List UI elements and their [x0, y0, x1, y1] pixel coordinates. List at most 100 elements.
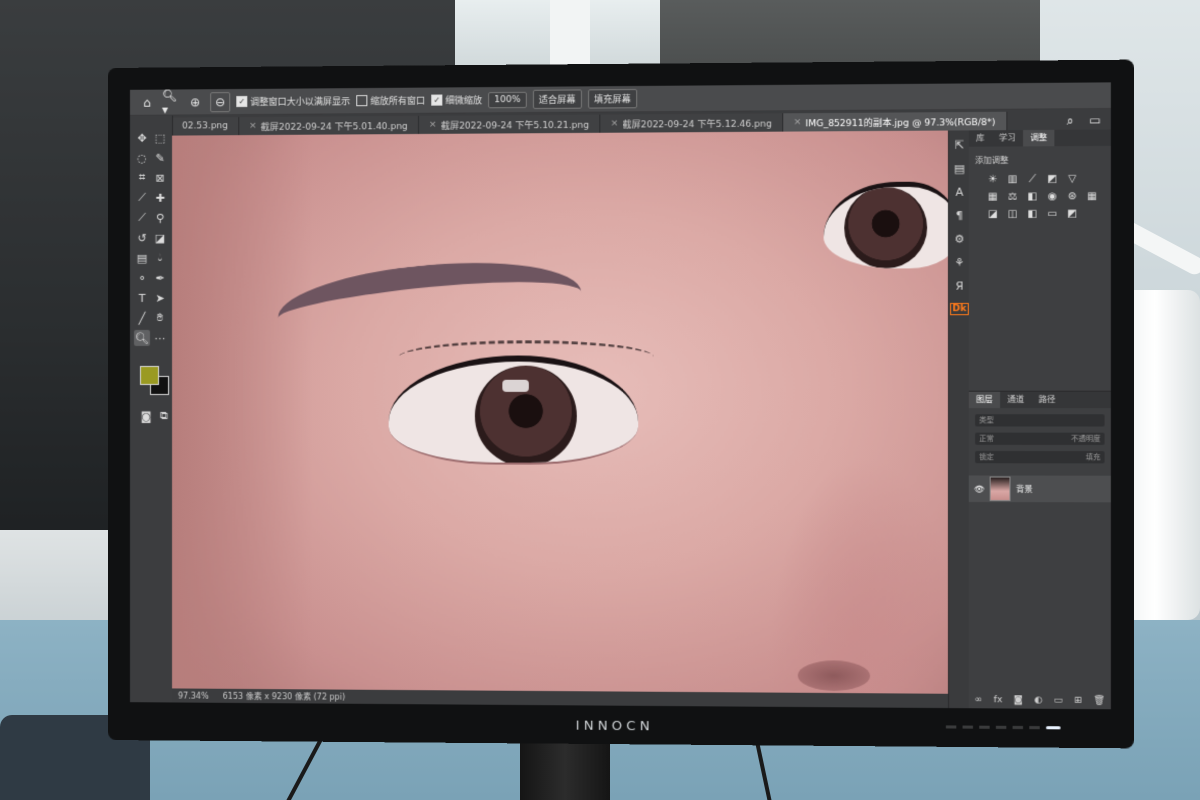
tool-grid: ✥ ⬚ ◌ ✎ ⌗ ⊠ ⟋ ✚ ⟋ ⚲ ↺ ◪ ▤ 💧︎ ⚬ ✒ T ➤ ╱ ✋… [133, 130, 170, 346]
move-tool-icon[interactable]: ✥ [134, 130, 150, 146]
stamp-tool-icon[interactable]: ⚲ [152, 210, 168, 226]
lasso-tool-icon[interactable]: ◌ [134, 150, 150, 166]
crop-tool-icon[interactable]: ⌗ [134, 170, 150, 186]
workspace-icon[interactable]: ▭ [1086, 111, 1105, 130]
fx-icon[interactable]: fx [994, 695, 1003, 705]
trash-icon[interactable]: 🗑︎ [1093, 696, 1105, 706]
monitor-screen: ⌂ 🔍︎▾ ⊕ ⊖ ✓ 调整窗口大小以满屏显示 缩放所有窗口 ✓ 细微缩放 10… [129, 82, 1111, 710]
color-lookup-icon[interactable]: ▦ [1085, 191, 1100, 202]
exposure-icon[interactable]: ◩ [1045, 174, 1060, 185]
tab-adjustments[interactable]: 调整 [1023, 129, 1055, 147]
tab-label: 02.53.png [182, 121, 228, 132]
eye-icon[interactable]: 👁︎ [974, 484, 985, 493]
zoom-all-checkbox[interactable]: 缩放所有窗口 [356, 94, 425, 108]
resize-windows-checkbox[interactable]: ✓ 调整窗口大小以满屏显示 [236, 94, 350, 108]
photo-eye-second [823, 181, 948, 269]
zoom-out-icon[interactable]: ⊖ [210, 91, 231, 112]
history-brush-icon[interactable]: ↺ [134, 230, 150, 246]
history-panel-icon[interactable]: ⇱ [955, 139, 965, 152]
mask-icon[interactable]: ◙ [1014, 695, 1023, 705]
channel-mixer-icon[interactable]: ⊛ [1065, 191, 1080, 202]
invert-icon[interactable]: ◪ [985, 209, 1000, 220]
folder-icon[interactable]: ▭ [1054, 696, 1063, 706]
properties-panel-icon[interactable]: ▤ [954, 162, 965, 175]
blend-mode-select[interactable]: 正常 不透明度 [975, 432, 1105, 445]
hue-saturation-icon[interactable]: ▦ [985, 191, 1000, 203]
adjustment-layer-icon[interactable]: ◐ [1034, 695, 1042, 705]
healing-brush-icon[interactable]: ✚ [152, 190, 168, 206]
lock-row: 锁定 填充 [975, 450, 1105, 464]
fit-screen-button[interactable]: 适合屏幕 [532, 89, 582, 109]
close-icon[interactable]: × [610, 119, 618, 129]
gradient-tool-icon[interactable]: ▤ [134, 250, 150, 266]
foreground-color-swatch[interactable] [139, 365, 160, 385]
paragraph-panel-icon[interactable]: ¶ [956, 209, 963, 222]
home-icon[interactable]: ⌂ [138, 93, 156, 111]
selective-color-icon[interactable]: ◩ [1065, 208, 1080, 220]
document-canvas[interactable] [172, 130, 948, 709]
marquee-tool-icon[interactable]: ⬚ [152, 130, 168, 146]
pen-tool-icon[interactable]: ✒ [152, 270, 168, 286]
zoom-100-button[interactable]: 100% [488, 91, 527, 108]
tab-paths[interactable]: 路径 [1031, 392, 1062, 408]
tab-channels[interactable]: 通道 [1000, 392, 1031, 408]
brightness-icon[interactable]: ☀ [985, 174, 1000, 185]
hand-tool-icon[interactable]: ✋︎ [152, 310, 168, 326]
brush-settings-icon[interactable]: ⚙ [954, 233, 964, 246]
checkbox-checked-icon: ✓ [236, 95, 248, 108]
path-select-tool-icon[interactable]: ➤ [152, 290, 168, 306]
vibrance-icon[interactable]: ▽ [1065, 174, 1080, 185]
type-tool-icon[interactable]: T [134, 290, 150, 306]
new-layer-icon[interactable]: ⊞ [1074, 696, 1082, 706]
blur-tool-icon[interactable]: 💧︎ [152, 250, 168, 266]
posterize-icon[interactable]: ◫ [1005, 209, 1020, 220]
close-icon[interactable]: × [429, 120, 437, 130]
frame-tool-icon[interactable]: ⊠ [152, 170, 168, 186]
gradient-map-icon[interactable]: ▭ [1045, 209, 1060, 220]
tab-libraries[interactable]: 库 [969, 130, 992, 146]
link-icon[interactable]: ∞ [974, 695, 982, 705]
zoom-level[interactable]: 97.34% [178, 691, 209, 700]
fill-screen-button[interactable]: 填充屏幕 [587, 89, 638, 109]
monitor: ⌂ 🔍︎▾ ⊕ ⊖ ✓ 调整窗口大小以满屏显示 缩放所有窗口 ✓ 细微缩放 10… [108, 59, 1134, 749]
scrubby-zoom-checkbox[interactable]: ✓ 细微缩放 [431, 93, 482, 107]
search-icon[interactable]: ⌕ [1061, 111, 1080, 130]
color-balance-icon[interactable]: ⚖ [1005, 191, 1020, 202]
document-tab[interactable]: × 截屏2022-09-24 下午5.12.46.png [600, 113, 784, 133]
clone-source-icon[interactable]: ⚘ [954, 256, 964, 269]
screen-mode-icon[interactable]: ⧉ [156, 408, 172, 424]
quick-mask-icon[interactable]: ◙ [138, 408, 154, 424]
document-tab-active[interactable]: × IMG_852911的副本.jpg @ 97.3%(RGB/8*) [783, 111, 1007, 132]
dodge-tool-icon[interactable]: ⚬ [134, 270, 150, 286]
glyphs-panel-icon[interactable]: Я [955, 279, 963, 292]
zoom-in-icon[interactable]: ⊕ [186, 93, 204, 111]
zoom-tool-icon[interactable]: 🔍︎▾ [162, 88, 180, 116]
tab-layers[interactable]: 图层 [968, 391, 1001, 409]
close-icon[interactable]: × [794, 117, 802, 127]
layers-footer: ∞ fx ◙ ◐ ▭ ⊞ 🗑︎ [969, 695, 1111, 706]
photo-filter-icon[interactable]: ◉ [1045, 191, 1060, 202]
line-tool-icon[interactable]: ╱ [134, 310, 150, 326]
black-white-icon[interactable]: ◧ [1025, 191, 1040, 202]
document-tab[interactable]: × 截屏2022-09-24 下午5.01.40.png [239, 115, 419, 136]
tab-label: IMG_852911的副本.jpg @ 97.3%(RGB/8*) [805, 117, 996, 129]
more-tools-icon[interactable]: ⋯ [152, 330, 168, 346]
brush-tool-icon[interactable]: ⟋ [134, 210, 150, 226]
quick-select-tool-icon[interactable]: ✎ [152, 150, 168, 166]
eraser-tool-icon[interactable]: ◪ [152, 230, 168, 246]
layer-row[interactable]: 👁︎ 背景 [968, 475, 1111, 503]
threshold-icon[interactable]: ◧ [1025, 209, 1040, 220]
document-tab[interactable]: × 截屏2022-09-24 下午5.10.21.png [418, 114, 601, 134]
dk-plugin-icon[interactable]: Dk [950, 302, 969, 316]
levels-icon[interactable]: ▥ [1005, 174, 1020, 185]
close-icon[interactable]: × [249, 121, 257, 131]
zoom-tool-icon[interactable]: 🔍︎ [133, 329, 151, 346]
tab-learn[interactable]: 学习 [992, 130, 1023, 147]
character-panel-icon[interactable]: A [956, 186, 964, 199]
layer-filter-field[interactable]: 类型 [975, 414, 1105, 427]
eyedropper-tool-icon[interactable]: ⟋ [134, 190, 150, 206]
curves-icon[interactable]: ⟋ [1025, 174, 1040, 185]
document-tab[interactable]: 02.53.png [172, 117, 240, 136]
